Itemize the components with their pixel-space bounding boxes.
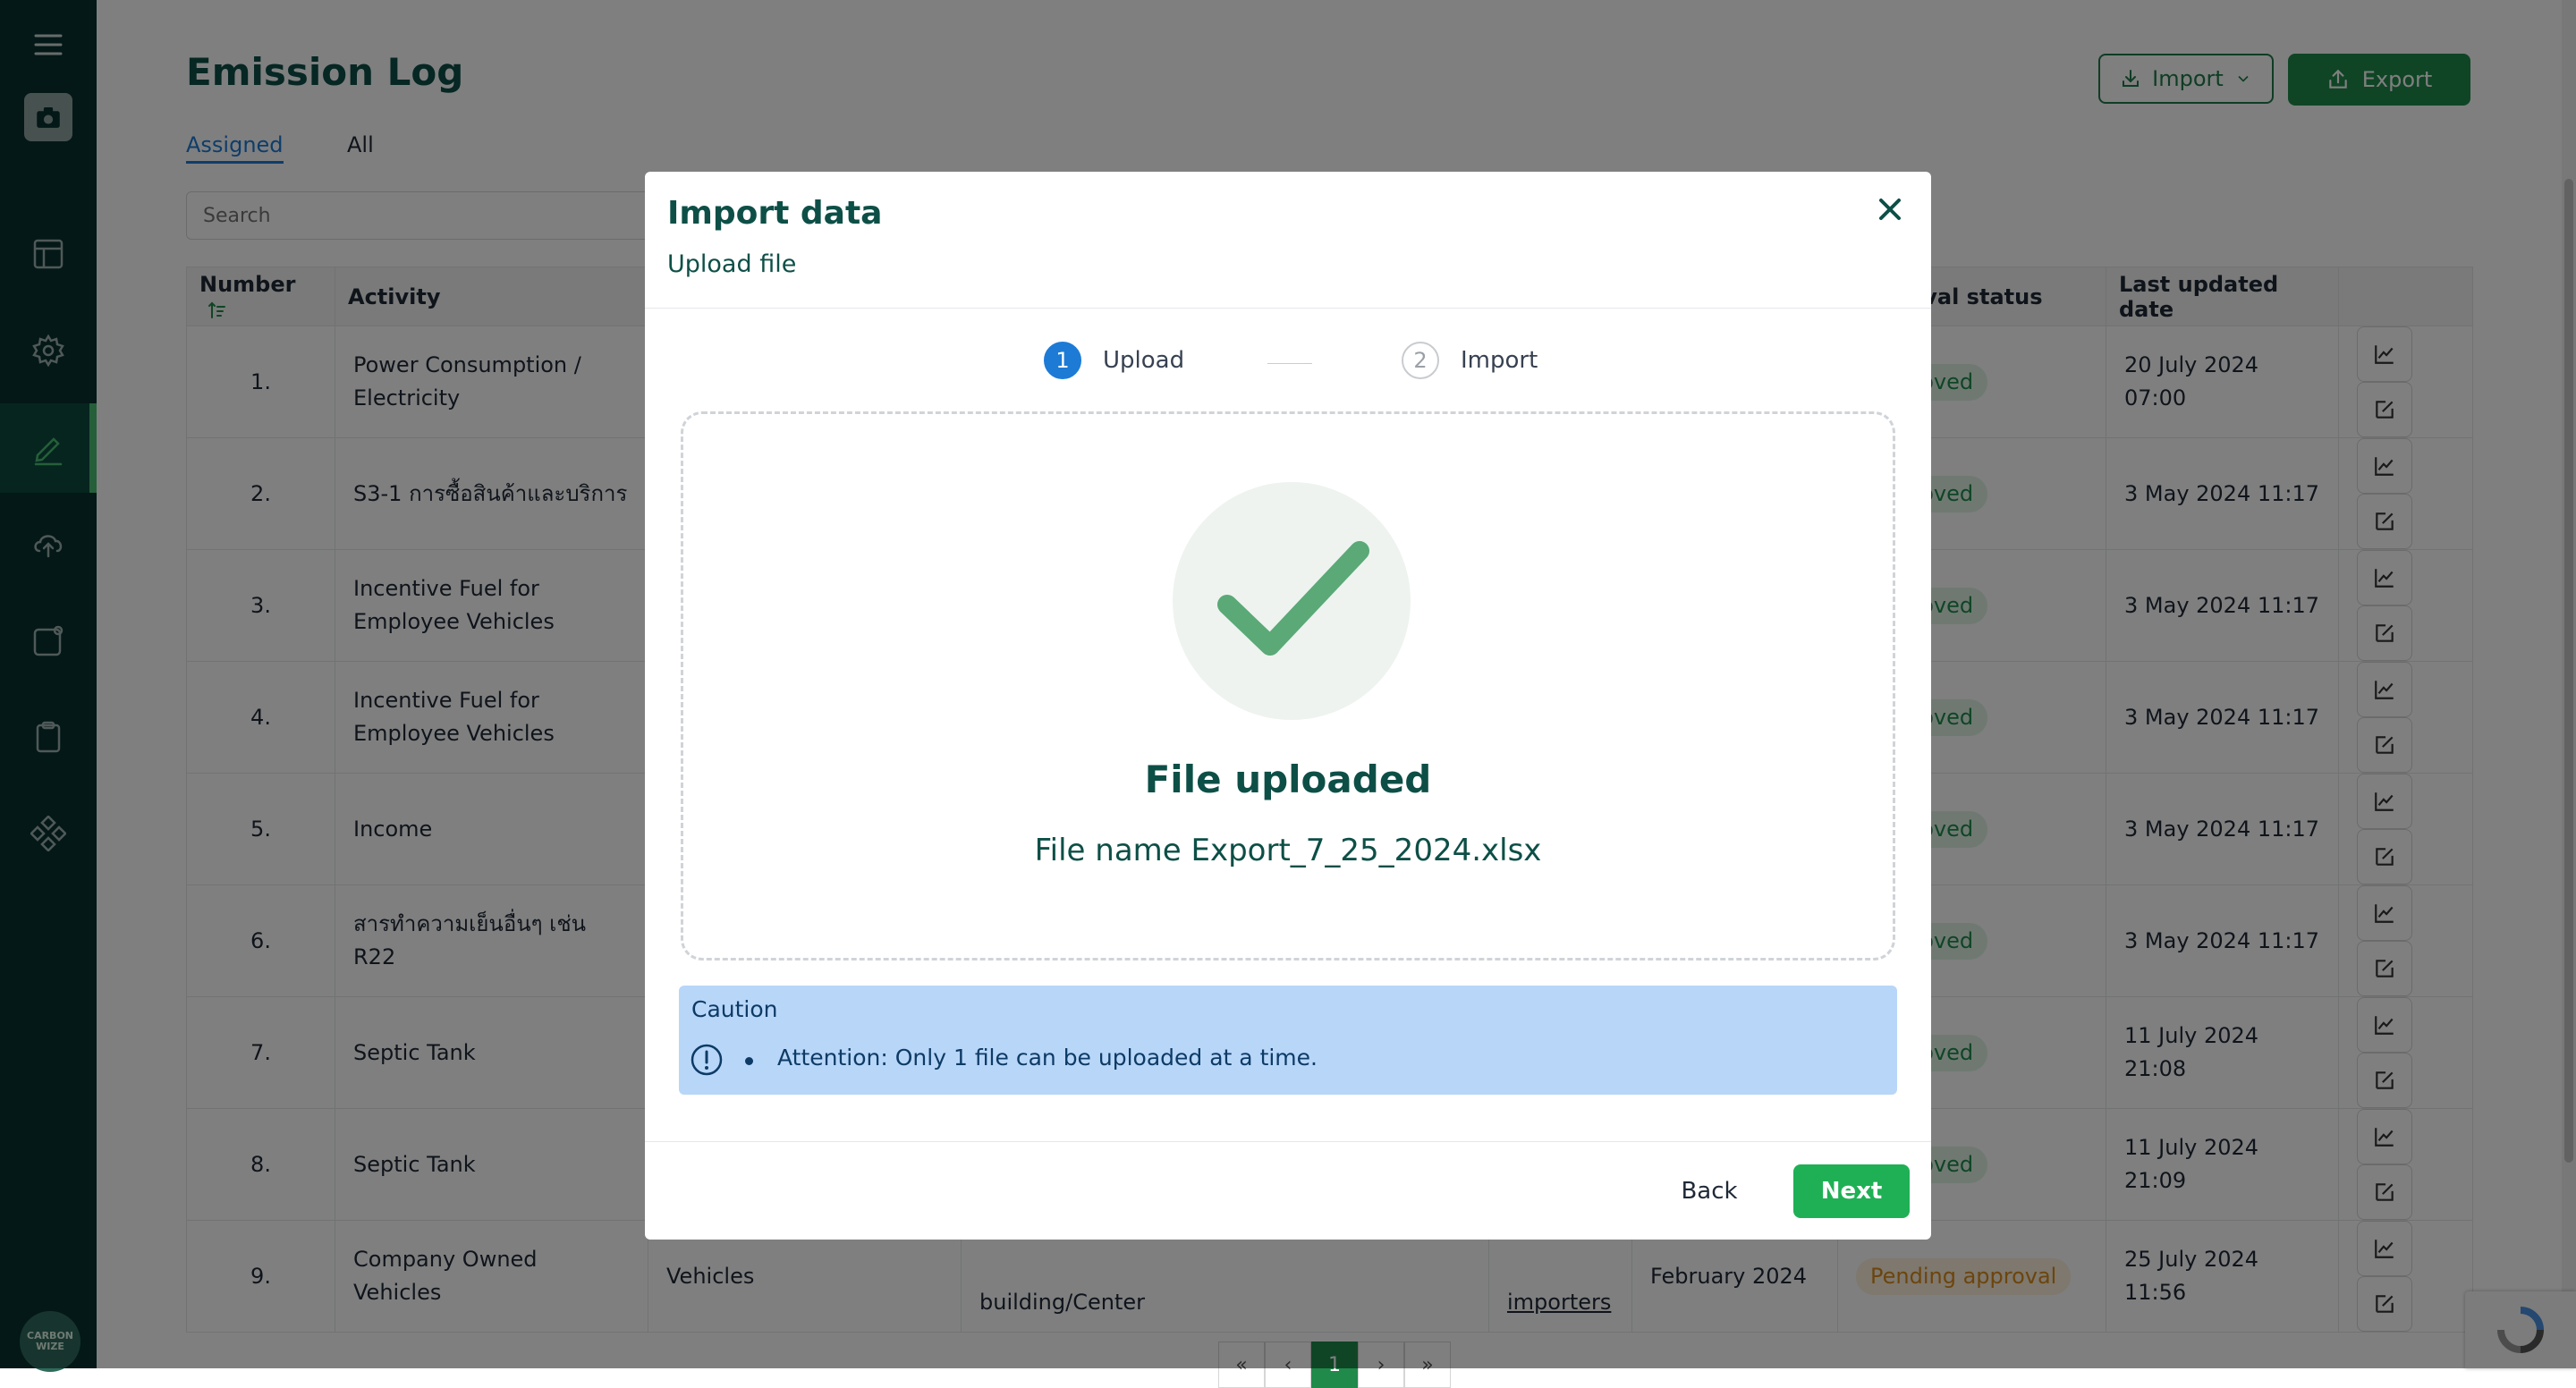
import-data-dialog: Import data Upload file 1 Upload 2 Impor… [645,172,1931,1240]
uploaded-file-name: File name Export_7_25_2024.xlsx [1034,833,1542,868]
dialog-title: Import data [667,195,883,232]
caution-title: Caution [691,996,778,1022]
step-label: Upload [1103,347,1185,374]
close-button[interactable] [1870,190,1910,229]
caution-box: Caution Attention: Only 1 file can be up… [679,986,1897,1095]
dialog-subtitle: Upload file [667,250,797,278]
step-number: 1 [1044,342,1081,379]
step-number: 2 [1402,342,1439,379]
step-label: Import [1461,347,1538,374]
stepper-connector [1267,363,1312,364]
step-import: 2 Import [1402,342,1538,379]
file-dropzone[interactable]: File uploaded File name Export_7_25_2024… [681,411,1895,961]
caution-message: Attention: Only 1 file can be uploaded a… [777,1045,1318,1071]
close-icon [1879,199,1901,220]
success-badge [1173,482,1411,720]
bullet [745,1057,753,1065]
upload-status-text: File uploaded [1144,757,1432,801]
checkmark-icon [1217,541,1369,656]
next-button[interactable]: Next [1793,1164,1910,1218]
alert-icon [691,1044,723,1076]
footer-divider [645,1141,1931,1142]
header-divider [645,308,1931,309]
back-button[interactable]: Back [1665,1165,1754,1217]
step-upload: 1 Upload [1044,342,1184,379]
